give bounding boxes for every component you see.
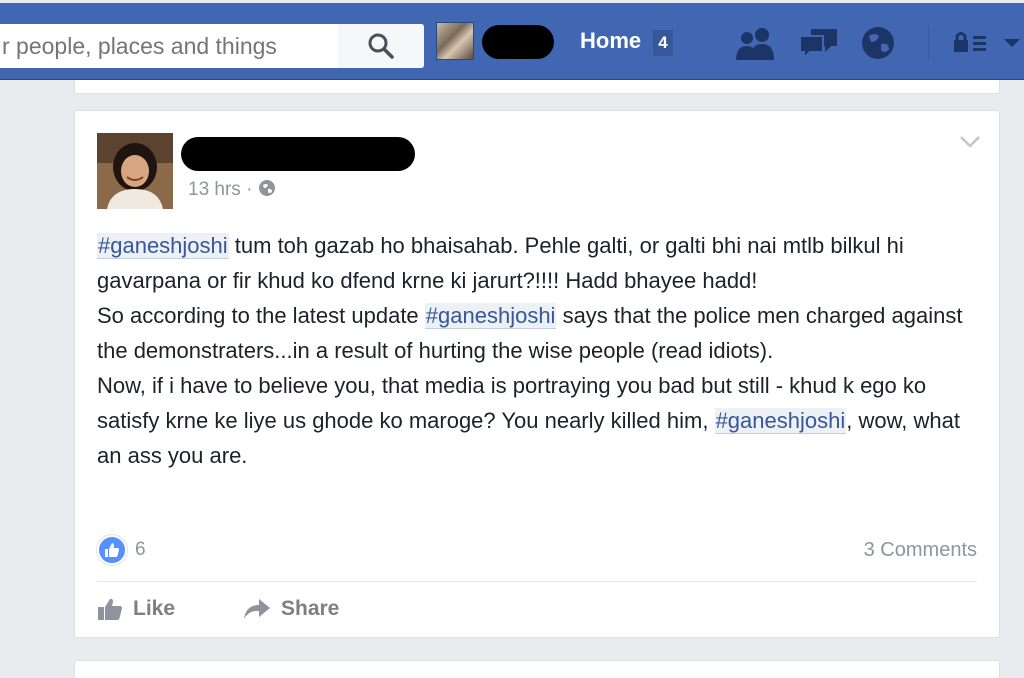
home-notification-badge: 4 xyxy=(653,30,673,56)
search-icon xyxy=(368,33,394,59)
like-button[interactable]: Like xyxy=(97,597,175,621)
share-arrow-icon xyxy=(244,599,270,619)
globe-icon[interactable] xyxy=(858,24,898,62)
comments-count-link[interactable]: 3 Comments xyxy=(864,539,977,562)
redacted-user-name xyxy=(482,25,554,59)
reaction-summary[interactable]: 6 xyxy=(97,535,146,565)
post-time-separator: · xyxy=(246,179,253,200)
hashtag-link[interactable]: #ganeshjoshi xyxy=(424,303,557,329)
like-button-label: Like xyxy=(133,597,176,620)
hashtag-link[interactable]: #ganeshjoshi xyxy=(714,408,847,434)
post-card: 13 hrs · #ganeshjoshi tum toh gazab ho b… xyxy=(74,110,1000,638)
post-text: #ganeshjoshi tum toh gazab ho bhaisahab.… xyxy=(97,228,987,473)
share-button-label: Share xyxy=(281,597,340,620)
friends-icon[interactable] xyxy=(732,24,778,62)
redacted-author-name xyxy=(181,137,415,171)
post-time-text[interactable]: 13 hrs xyxy=(188,179,241,200)
post-timestamp[interactable]: 13 hrs · xyxy=(188,179,276,201)
post-options-chevron-icon[interactable] xyxy=(959,135,981,154)
previous-post-edge xyxy=(74,80,1000,94)
user-avatar-thumbnail[interactable] xyxy=(436,22,474,60)
next-post-edge xyxy=(74,660,1000,678)
messages-icon[interactable] xyxy=(796,24,842,62)
search-input[interactable] xyxy=(0,24,338,68)
privacy-lock-icon[interactable] xyxy=(952,24,988,62)
nav-divider xyxy=(928,26,929,58)
globe-icon xyxy=(258,180,275,196)
author-profile-picture[interactable] xyxy=(97,133,173,209)
home-link[interactable]: Home xyxy=(580,28,641,54)
post-text-segment: So according to the latest update xyxy=(97,303,425,328)
search-box xyxy=(0,24,424,68)
like-reaction-icon xyxy=(97,535,127,565)
actions-divider xyxy=(97,581,977,582)
share-button[interactable]: Share xyxy=(243,597,339,621)
hashtag-link[interactable]: #ganeshjoshi xyxy=(97,233,229,259)
like-count[interactable]: 6 xyxy=(135,539,146,561)
account-menu-icon[interactable] xyxy=(1000,24,1024,62)
search-button[interactable] xyxy=(338,24,424,68)
thumbs-up-icon xyxy=(98,598,122,620)
